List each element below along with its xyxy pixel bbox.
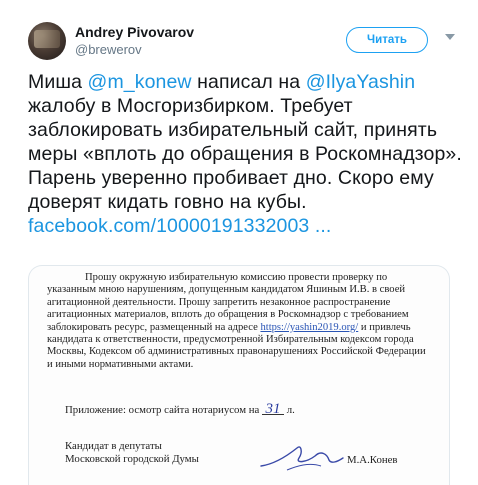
author-name[interactable]: Andrey Pivovarov [75,24,194,40]
tweet-text-segment: написал на [191,71,306,93]
attachment-page-count: 31 [262,402,285,417]
tweet-card: Andrey Pivovarov @brewerov Читать Миша @… [0,0,478,485]
author-handle[interactable]: @brewerov [75,42,142,57]
tweet-text-segment: Миша [28,71,88,93]
follow-button[interactable]: Читать [346,27,428,53]
document-attachment-line: Приложение: осмотр сайта нотариусом на 3… [65,402,295,417]
signer-name: М.А.Конев [347,454,398,466]
document-body: Прошу окружную избирательную комиссию пр… [47,272,427,371]
avatar[interactable] [28,22,66,60]
candidate-body: Московской городской Думы [65,453,199,465]
attached-document-image[interactable]: Прошу окружную избирательную комиссию пр… [28,265,450,485]
tweet-text: Миша @m_konew написал на @IlyaYashin жал… [28,70,468,238]
attachment-suffix: л. [284,404,295,416]
candidate-title: Кандидат в депутаты [65,440,162,452]
tweet-header: Andrey Pivovarov @brewerov Читать [28,22,468,62]
mention-link[interactable]: @IlyaYashin [306,71,415,93]
attachment-prefix: Приложение: осмотр сайта нотариусом на [65,404,263,416]
document-url: https://yashin2019.org/ [260,321,359,333]
external-link[interactable]: facebook.com/10000191332003 ... [28,215,331,237]
mention-link[interactable]: @m_konew [88,71,192,93]
avatar-image [34,30,60,48]
signature-mark [260,446,344,471]
chevron-down-icon[interactable] [445,34,455,40]
tweet-text-segment: жалобу в Мосгоризбирком. Требует заблоки… [28,95,462,213]
